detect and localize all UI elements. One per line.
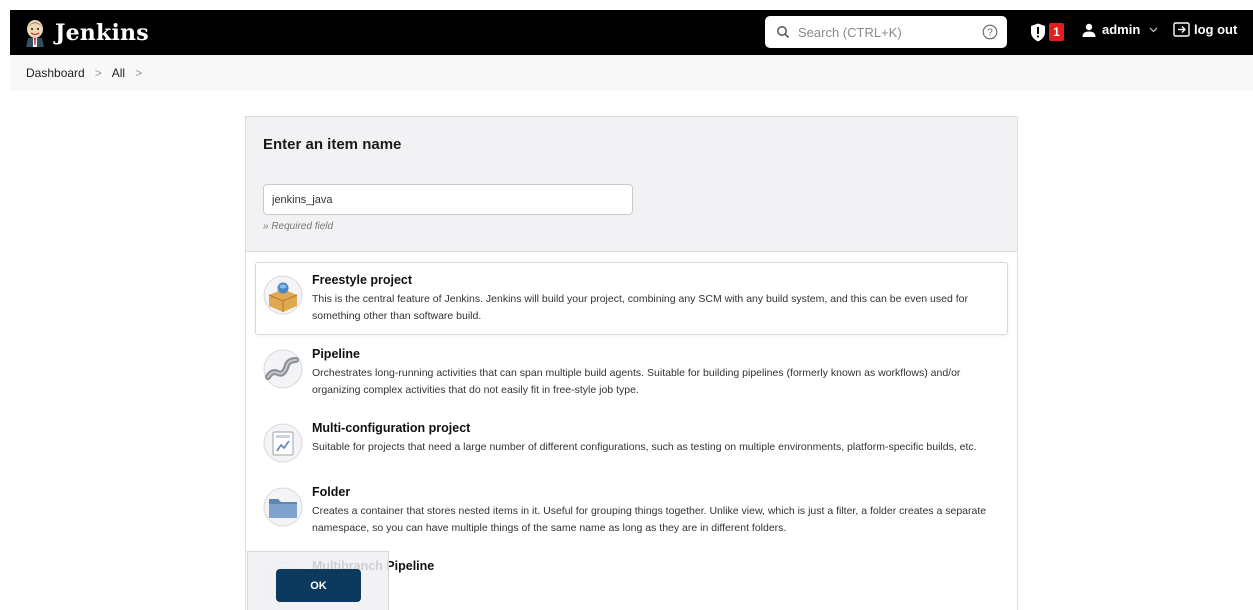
user-icon: [1082, 23, 1096, 37]
ok-button[interactable]: OK: [276, 569, 361, 602]
app-title: Jenkins: [55, 19, 149, 46]
required-field-note: » Required field: [263, 221, 334, 232]
item-type-multi-configuration[interactable]: Multi-configuration project Suitable for…: [255, 410, 1008, 473]
logout-icon: [1173, 22, 1190, 37]
chevron-right-icon[interactable]: >: [95, 66, 102, 80]
breadcrumb: Dashboard > All >: [10, 55, 1253, 91]
breadcrumb-dashboard[interactable]: Dashboard: [26, 66, 85, 80]
logout-label: log out: [1194, 22, 1238, 37]
svg-text:?: ?: [987, 28, 993, 39]
item-name-input[interactable]: [263, 184, 633, 215]
user-name: admin: [1102, 22, 1141, 37]
jenkins-home-link[interactable]: Jenkins: [24, 19, 149, 47]
page-title: Enter an item name: [263, 136, 402, 153]
freestyle-project-icon: [263, 275, 303, 315]
pipeline-icon: [263, 349, 303, 389]
logout-link[interactable]: log out: [1173, 22, 1237, 37]
chevron-down-icon: [1149, 27, 1158, 33]
item-name-section: Enter an item name » Required field: [246, 117, 1017, 252]
item-type-title: Folder: [312, 485, 351, 499]
search-icon: [777, 26, 790, 39]
security-shield-icon[interactable]: [1030, 23, 1046, 42]
item-type-description: This is the central feature of Jenkins. …: [312, 293, 968, 322]
new-item-panel: Enter an item name » Required field Free…: [245, 116, 1018, 610]
ok-button-bar: OK: [247, 551, 389, 610]
help-icon[interactable]: ?: [982, 24, 998, 40]
item-type-title: Pipeline: [312, 347, 360, 361]
top-header: Jenkins ? 1 admin log o: [10, 10, 1253, 55]
search-input[interactable]: [798, 24, 968, 40]
item-type-description: Creates a container that stores nested i…: [312, 505, 987, 534]
chevron-right-icon[interactable]: >: [135, 66, 142, 80]
jenkins-logo-icon: [26, 19, 44, 47]
user-menu[interactable]: admin: [1082, 22, 1158, 37]
item-type-pipeline[interactable]: Pipeline Orchestrates long-running activ…: [255, 336, 1008, 409]
security-alert-badge[interactable]: 1: [1049, 23, 1064, 41]
item-type-description: Suitable for projects that need a large …: [312, 441, 977, 453]
item-type-freestyle[interactable]: Freestyle project This is the central fe…: [255, 262, 1008, 335]
item-type-folder[interactable]: Folder Creates a container that stores n…: [255, 474, 1008, 547]
multi-configuration-icon: [263, 423, 303, 463]
item-type-title: Multi-configuration project: [312, 421, 471, 435]
breadcrumb-all[interactable]: All: [112, 66, 125, 80]
search-box[interactable]: ?: [765, 16, 1007, 48]
item-type-title: Freestyle project: [312, 273, 413, 287]
item-type-description: Orchestrates long-running activities tha…: [312, 367, 961, 396]
folder-icon: [263, 487, 303, 527]
